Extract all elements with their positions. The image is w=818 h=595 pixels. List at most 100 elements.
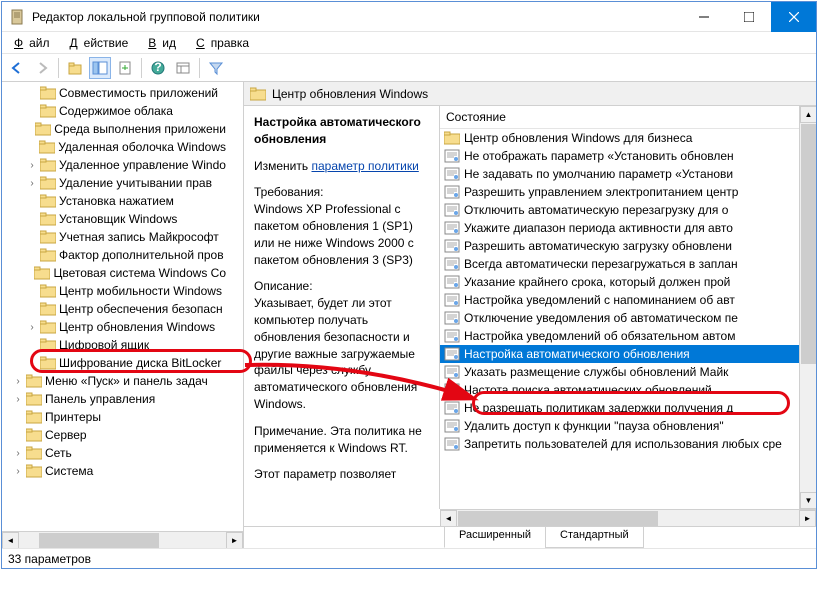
- show-tree-button[interactable]: [89, 57, 111, 79]
- tree-item[interactable]: › Система: [2, 462, 226, 480]
- expand-icon[interactable]: ›: [12, 465, 24, 477]
- tree-item[interactable]: ›Меню «Пуск» и панель задач: [2, 372, 226, 390]
- list-item[interactable]: Настройка автоматического обновления: [440, 345, 799, 363]
- tree-item[interactable]: Центр мобильности Windows: [2, 282, 226, 300]
- list-item[interactable]: Настройка уведомлений с напоминанием об …: [440, 291, 799, 309]
- expand-icon[interactable]: ›: [12, 447, 24, 459]
- filter-button[interactable]: [205, 57, 227, 79]
- minimize-button[interactable]: [681, 2, 726, 32]
- list-item[interactable]: Не задавать по умолчанию параметр «Устан…: [440, 165, 799, 183]
- expand-icon[interactable]: ›: [12, 375, 24, 387]
- expand-icon[interactable]: [26, 285, 38, 297]
- expand-icon[interactable]: ›: [12, 393, 24, 405]
- tree-hscrollbar[interactable]: ◄►: [2, 531, 243, 548]
- tab-extended[interactable]: Расширенный: [444, 527, 546, 548]
- tree-item[interactable]: ›Шифрование диска BitLocker: [2, 354, 226, 372]
- list-item[interactable]: Не отображать параметр «Установить обнов…: [440, 147, 799, 165]
- forward-button[interactable]: [31, 57, 53, 79]
- list-item[interactable]: Центр обновления Windows для бизнеса: [440, 129, 799, 147]
- menu-action[interactable]: Действие: [64, 34, 141, 52]
- list-item[interactable]: Укажите диапазон периода активности для …: [440, 219, 799, 237]
- expand-icon[interactable]: ›: [26, 159, 38, 171]
- tree-item[interactable]: ›Центр обновления Windows: [2, 318, 226, 336]
- tree-item[interactable]: Удаленная оболочка Windows: [2, 138, 226, 156]
- expand-icon[interactable]: [12, 429, 24, 441]
- list-item[interactable]: Отключение уведомления об автоматическом…: [440, 309, 799, 327]
- settings-list[interactable]: Состояние Центр обновления Windows для б…: [440, 106, 799, 509]
- tree-item[interactable]: Установщик Windows: [2, 210, 226, 228]
- up-button[interactable]: [64, 57, 86, 79]
- app-icon: [10, 9, 26, 25]
- list-item[interactable]: Всегда автоматически перезагружаться в з…: [440, 255, 799, 273]
- list-item[interactable]: Разрешить автоматическую загрузку обновл…: [440, 237, 799, 255]
- list-item[interactable]: Указание крайнего срока, который должен …: [440, 273, 799, 291]
- menubar: Файл Действие Вид Справка: [2, 32, 816, 54]
- list-item[interactable]: Разрешить управлением электропитанием це…: [440, 183, 799, 201]
- tree-item[interactable]: › Удаленное управление Windo: [2, 156, 226, 174]
- list-item[interactable]: Отключить автоматическую перезагрузку дл…: [440, 201, 799, 219]
- expand-icon[interactable]: [26, 231, 38, 243]
- list-item[interactable]: Настройка уведомлений об обязательном ав…: [440, 327, 799, 345]
- tree-item[interactable]: ›Панель управления: [2, 390, 226, 408]
- menu-help[interactable]: Справка: [190, 34, 261, 52]
- expand-icon[interactable]: [26, 87, 38, 99]
- expand-icon[interactable]: [26, 267, 32, 279]
- close-button[interactable]: [771, 2, 816, 32]
- tree-label: Совместимость приложений: [59, 86, 218, 100]
- expand-icon[interactable]: ›: [26, 357, 38, 369]
- list-hscrollbar[interactable]: ◄►: [440, 509, 816, 526]
- tree-item[interactable]: ›Сеть: [2, 444, 226, 462]
- tree-item[interactable]: Совместимость приложений: [2, 84, 226, 102]
- expand-icon[interactable]: [12, 411, 24, 423]
- list-label: Всегда автоматически перезагружаться в з…: [464, 257, 738, 271]
- back-button[interactable]: [6, 57, 28, 79]
- list-item[interactable]: Указать размещение службы обновлений Май…: [440, 363, 799, 381]
- expand-icon[interactable]: [26, 195, 38, 207]
- tree-label: Установщик Windows: [59, 212, 177, 226]
- tree-view[interactable]: Совместимость приложений Содержимое облак…: [2, 82, 226, 531]
- tree-item[interactable]: Содержимое облака: [2, 102, 226, 120]
- properties-button[interactable]: [172, 57, 194, 79]
- list-header[interactable]: Состояние: [440, 106, 799, 129]
- tree-item[interactable]: Цветовая система Windows Co: [2, 264, 226, 282]
- list-item[interactable]: Не разрешать политикам задержки получени…: [440, 399, 799, 417]
- list-label: Удалить доступ к функции "пауза обновлен…: [464, 419, 724, 433]
- tree-label: Система: [45, 464, 93, 478]
- list-label: Не разрешать политикам задержки получени…: [464, 401, 733, 415]
- tree-item[interactable]: Фактор дополнительной пров: [2, 246, 226, 264]
- tree-item[interactable]: ›Удаление учитывании прав: [2, 174, 226, 192]
- list-label: Разрешить управлением электропитанием це…: [464, 185, 738, 199]
- expand-icon[interactable]: [26, 339, 38, 351]
- expand-icon[interactable]: [26, 105, 38, 117]
- list-item[interactable]: Удалить доступ к функции "пауза обновлен…: [440, 417, 799, 435]
- tree-label: Удаленное управление Windo: [59, 158, 226, 172]
- tree-item[interactable]: Принтеры: [2, 408, 226, 426]
- list-item[interactable]: Частота поиска автоматических обновлений: [440, 381, 799, 399]
- tree-item[interactable]: Цифровой ящик: [2, 336, 226, 354]
- list-vscrollbar[interactable]: ▲ ▼: [799, 106, 816, 509]
- expand-icon[interactable]: ›: [26, 321, 38, 333]
- tree-item[interactable]: Центр обеспечения безопасн: [2, 300, 226, 318]
- tree-label: Фактор дополнительной пров: [59, 248, 224, 262]
- tree-item[interactable]: Установка нажатием: [2, 192, 226, 210]
- menu-view[interactable]: Вид: [142, 34, 188, 52]
- help-button[interactable]: ?: [147, 57, 169, 79]
- expand-icon[interactable]: ›: [26, 177, 38, 189]
- tree-item[interactable]: Сервер: [2, 426, 226, 444]
- path-bar: Центр обновления Windows: [244, 82, 816, 106]
- tree-item[interactable]: Среда выполнения приложени: [2, 120, 226, 138]
- tab-standard[interactable]: Стандартный: [545, 527, 644, 548]
- list-label: Указать размещение службы обновлений Май…: [464, 365, 728, 379]
- menu-file[interactable]: Файл: [8, 34, 62, 52]
- list-item[interactable]: Запретить пользователей для использовани…: [440, 435, 799, 453]
- expand-icon[interactable]: [26, 213, 38, 225]
- tree-item[interactable]: Учетная запись Майкрософт: [2, 228, 226, 246]
- export-button[interactable]: [114, 57, 136, 79]
- expand-icon[interactable]: [26, 123, 33, 135]
- list-label: Разрешить автоматическую загрузку обновл…: [464, 239, 732, 253]
- expand-icon[interactable]: [26, 141, 37, 153]
- edit-policy-link[interactable]: параметр политики: [311, 159, 418, 173]
- expand-icon[interactable]: [26, 303, 38, 315]
- expand-icon[interactable]: [26, 249, 38, 261]
- maximize-button[interactable]: [726, 2, 771, 32]
